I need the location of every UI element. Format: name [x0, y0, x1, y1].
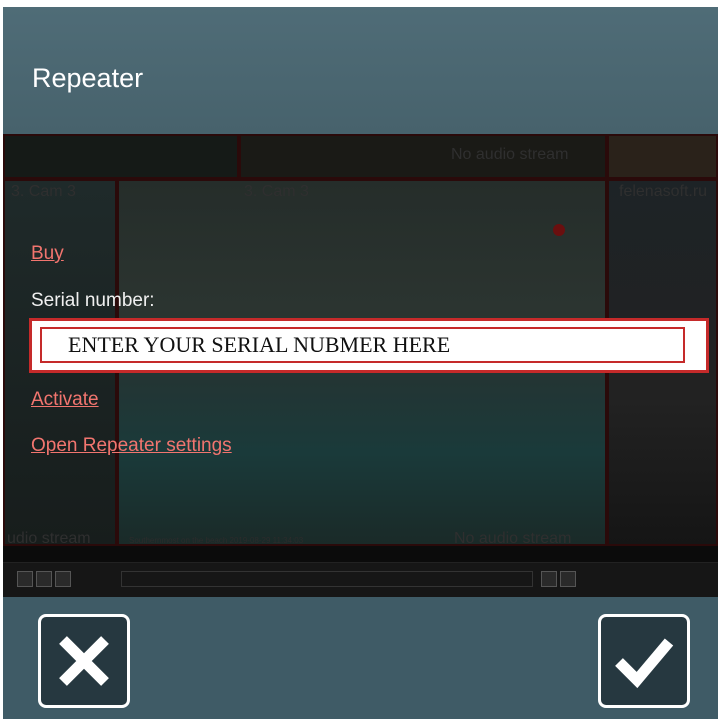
confirm-button[interactable] — [598, 614, 690, 708]
gear-icon — [560, 571, 576, 587]
seek-bar — [121, 571, 533, 587]
record-indicator-icon — [553, 224, 565, 236]
gear-icon — [55, 571, 71, 587]
serial-number-label: Serial number: — [31, 290, 155, 311]
playback-bar — [3, 562, 718, 597]
serial-number-highlight — [29, 318, 709, 373]
camera-tile — [607, 134, 718, 179]
repeater-dialog: Repeater No audio stream 3. Cam 3 udio s… — [3, 7, 718, 719]
camera-timestamp: Southernmost on the beach 2019-08-29 11:… — [129, 536, 304, 545]
playback-controls-right — [541, 571, 576, 587]
audio-status-label: No audio stream — [451, 146, 569, 163]
play-icon — [36, 571, 52, 587]
dialog-header: Repeater — [3, 7, 718, 134]
dialog-title: Repeater — [32, 63, 144, 93]
watermark-label: felenasoft.ru — [619, 183, 708, 200]
camera-label: 3. Cam 3 — [244, 183, 309, 200]
fullscreen-icon — [17, 571, 33, 587]
audio-status-label: udio stream — [7, 530, 91, 547]
play-icon — [541, 571, 557, 587]
checkmark-icon — [615, 638, 674, 689]
activate-link[interactable]: Activate — [31, 389, 99, 411]
playback-controls-left — [17, 571, 71, 587]
camera-tile: No audio stream — [239, 134, 607, 179]
dialog-footer — [3, 597, 718, 719]
audio-status-label: No audio stream — [454, 530, 572, 547]
open-repeater-settings-link[interactable]: Open Repeater settings — [31, 435, 232, 457]
serial-number-input[interactable] — [40, 327, 685, 363]
close-icon — [59, 636, 109, 686]
buy-link[interactable]: Buy — [31, 243, 64, 265]
cancel-button[interactable] — [38, 614, 130, 708]
camera-tile — [3, 134, 239, 179]
camera-label: 3. Cam 3 — [11, 183, 76, 200]
